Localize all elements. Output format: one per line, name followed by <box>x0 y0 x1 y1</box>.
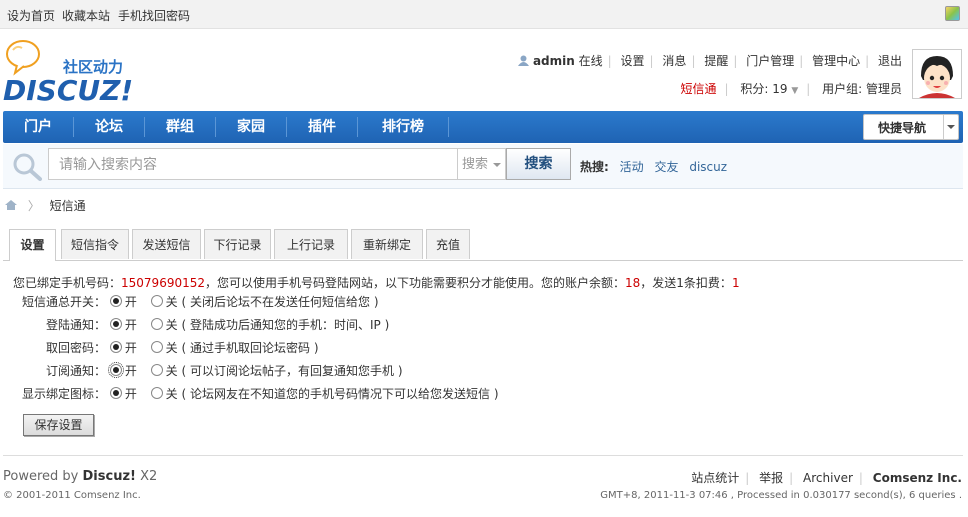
radio-off[interactable] <box>150 387 163 399</box>
set-homepage-link[interactable]: 设为首页 <box>7 7 55 24</box>
setting-description: ( 关闭后论坛不在发送任何短信给您 ) <box>181 295 379 309</box>
nav-group[interactable]: 群组 <box>145 111 215 143</box>
archiver-link[interactable]: Archiver <box>803 471 853 485</box>
setting-label: 取回密码： <box>45 341 106 355</box>
setting-row-show-bind-icon: 显示绑定图标： 开 关 ( 论坛网友在不知道您的手机号码情况下可以给您发送短信 … <box>13 385 499 402</box>
home-icon[interactable] <box>4 199 18 211</box>
breadcrumb-current: 短信通 <box>49 199 86 213</box>
setting-description: ( 登陆成功后通知您的手机：时间、IP ) <box>181 318 390 332</box>
nav-plugin[interactable]: 插件 <box>287 111 357 143</box>
radio-off[interactable] <box>150 364 163 376</box>
nav-ranking[interactable]: 排行榜 <box>358 111 448 143</box>
setting-label: 订阅通知： <box>45 364 106 378</box>
version: X2 <box>140 469 158 484</box>
nav-forum[interactable]: 论坛 <box>74 111 144 143</box>
credits-menu[interactable]: 积分: 19 ▼ <box>740 82 798 96</box>
logout-link[interactable]: 退出 <box>878 54 902 68</box>
site-logo[interactable]: 社区动力 DISCUZ! <box>3 38 153 108</box>
setting-row-login-notify: 登陆通知： 开 关 ( 登陆成功后通知您的手机：时间、IP ) <box>13 316 389 333</box>
bound-phone-number: 15079690152 <box>121 276 205 290</box>
setting-label: 显示绑定图标： <box>21 387 106 401</box>
sms-link[interactable]: 短信通 <box>680 82 716 96</box>
quick-nav-button[interactable]: 快捷导航 <box>863 114 959 140</box>
save-settings-button[interactable]: 保存设置 <box>23 414 94 436</box>
tab-rebind[interactable]: 重新绑定 <box>351 229 423 259</box>
hot-search-label: 热搜: <box>580 160 609 174</box>
hot-search: 热搜: 活动 交友 discuz <box>580 158 727 175</box>
discuz-link[interactable]: Discuz! <box>83 469 136 484</box>
nav-portal[interactable]: 门户 <box>3 111 73 143</box>
setting-description: ( 论坛网友在不知道您的手机号码情况下可以给您发送短信 ) <box>181 387 499 401</box>
breadcrumb-separator: 〉 <box>27 199 40 213</box>
quick-nav-label: 快捷导航 <box>878 121 927 135</box>
phone-recover-password-link[interactable]: 手机找回密码 <box>118 7 190 24</box>
setting-row-master-switch: 短信通总开关： 开 关 ( 关闭后论坛不在发送任何短信给您 ) <box>13 293 379 310</box>
admin-center-link[interactable]: 管理中心 <box>812 54 860 68</box>
radio-on[interactable] <box>109 295 122 307</box>
binding-info: 您已绑定手机号码：15079690152，您可以使用手机号码登陆网站，以下功能需… <box>13 276 740 290</box>
username-link[interactable]: admin <box>533 54 575 68</box>
radio-off[interactable] <box>150 318 163 330</box>
search-input[interactable]: 请输入搜索内容 <box>48 148 458 180</box>
setting-description: ( 通过手机取回论坛密码 ) <box>181 341 319 355</box>
tab-incoming-log[interactable]: 上行记录 <box>274 229 348 259</box>
radio-on[interactable] <box>109 341 122 353</box>
radio-off[interactable] <box>150 295 163 307</box>
search-button[interactable]: 搜索 <box>506 148 571 180</box>
footer-divider <box>3 455 963 456</box>
account-balance: 18 <box>625 276 641 290</box>
report-link[interactable]: 举报 <box>759 471 783 485</box>
portal-admin-link[interactable]: 门户管理 <box>746 54 794 68</box>
nav-home[interactable]: 家园 <box>216 111 286 143</box>
search-bar: 请输入搜索内容 搜索 搜索 热搜: 活动 交友 discuz <box>3 144 963 189</box>
credits-label: 积分: 19 <box>740 82 788 96</box>
setting-label: 登陆通知： <box>45 318 106 332</box>
logo-brand: DISCUZ! <box>3 74 133 107</box>
bookmark-site-link[interactable]: 收藏本站 <box>62 7 110 24</box>
user-bar: admin 在线 | 设置 | 消息 | 提醒 | 门户管理 | 管理中心 | 退出 <box>518 52 902 69</box>
chevron-down-icon <box>943 115 958 139</box>
site-stats-link[interactable]: 站点统计 <box>691 471 739 485</box>
online-status: 在线 <box>578 54 603 68</box>
radio-on[interactable] <box>109 318 122 330</box>
setting-row-subscribe-notify: 订阅通知： 开 关 ( 可以订阅论坛帖子，有回复通知您手机 ) <box>13 362 403 379</box>
powered-by: Powered by Discuz! X2 <box>3 469 158 484</box>
radio-off[interactable] <box>150 341 163 353</box>
top-bar: 设为首页 收藏本站 手机找回密码 <box>0 0 968 29</box>
hot-search-item[interactable]: discuz <box>689 160 727 174</box>
tab-bar: 设置 短信指令 发送短信 下行记录 上行记录 重新绑定 充值 <box>3 229 963 261</box>
footer-info: GMT+8, 2011-11-3 07:46 , Processed in 0.… <box>600 490 962 501</box>
tab-outgoing-log[interactable]: 下行记录 <box>204 229 271 259</box>
copyright: © 2001-2011 Comsenz Inc. <box>3 490 141 501</box>
footer-links: 站点统计 | 举报 | Archiver | Comsenz Inc. <box>691 471 962 485</box>
user-bar-secondary: 短信通 | 积分: 19 ▼ | 用户组: 管理员 <box>680 82 902 96</box>
avatar[interactable] <box>912 49 962 99</box>
user-icon <box>518 55 530 66</box>
tab-recharge[interactable]: 充值 <box>426 229 470 259</box>
comsenz-link[interactable]: Comsenz Inc. <box>873 471 962 485</box>
messages-link[interactable]: 消息 <box>662 54 686 68</box>
tab-settings[interactable]: 设置 <box>9 229 56 261</box>
setting-label: 短信通总开关： <box>21 295 106 309</box>
breadcrumb: 〉 短信通 <box>4 197 86 214</box>
usergroup-link[interactable]: 用户组: 管理员 <box>822 82 902 96</box>
hot-search-item[interactable]: 活动 <box>620 160 644 174</box>
radio-on[interactable] <box>109 387 122 399</box>
search-type-select[interactable]: 搜索 <box>458 148 506 180</box>
setting-description: ( 可以订阅论坛帖子，有回复通知您手机 ) <box>181 364 403 378</box>
radio-on[interactable] <box>107 362 124 378</box>
tab-send-sms[interactable]: 发送短信 <box>132 229 201 259</box>
search-icon <box>13 153 42 181</box>
settings-link[interactable]: 设置 <box>621 54 645 68</box>
main-nav: 门户 论坛 群组 家园 插件 排行榜 快捷导航 <box>3 111 963 143</box>
notifications-link[interactable]: 提醒 <box>704 54 728 68</box>
sms-cost: 1 <box>731 276 740 290</box>
hot-search-item[interactable]: 交友 <box>654 160 678 174</box>
style-switch-icon[interactable] <box>945 6 960 21</box>
chevron-down-icon: ▼ <box>791 86 799 96</box>
setting-row-recover-password: 取回密码： 开 关 ( 通过手机取回论坛密码 ) <box>13 339 319 356</box>
tab-sms-commands[interactable]: 短信指令 <box>61 229 129 259</box>
